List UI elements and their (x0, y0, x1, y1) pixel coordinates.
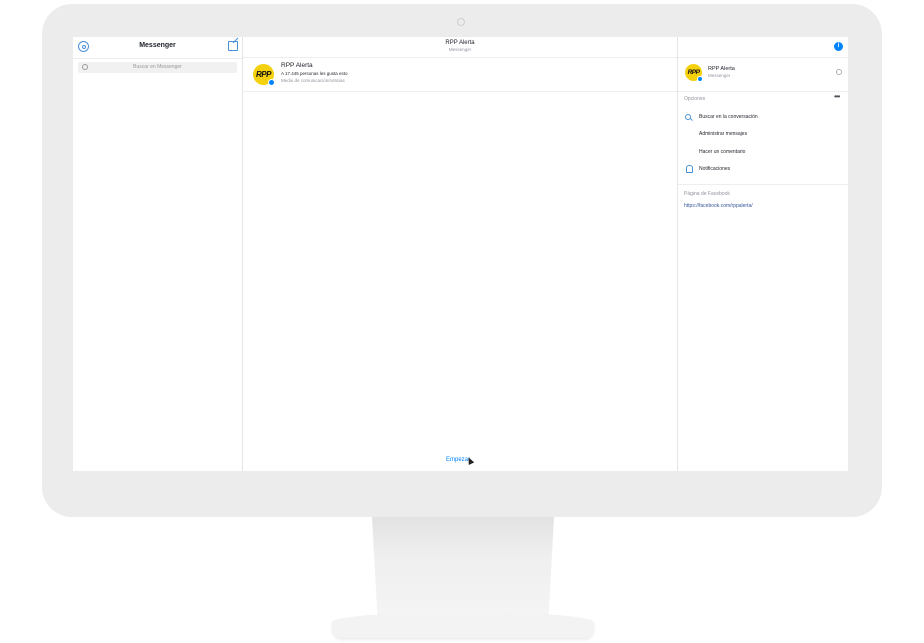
page-name: RPP Alerta (281, 62, 313, 69)
bell-icon (686, 165, 693, 173)
settings-gear-icon[interactable] (836, 69, 842, 75)
messenger-window: Messenger Buscar en Messenger RPP Alerta… (73, 37, 848, 471)
search-input[interactable]: Buscar en Messenger (78, 62, 237, 73)
facebook-page-link[interactable]: https://facebook.com/rppalerta/ (684, 203, 753, 209)
avatar: RPP (253, 64, 275, 86)
search-icon (685, 114, 691, 120)
details-profile: RPP RPP Alerta Messenger (678, 58, 848, 92)
page-likes: A 17.445 personas les gusta esto (281, 71, 348, 76)
divider (678, 184, 848, 185)
details-subtitle: Messenger (708, 73, 731, 78)
option-search-conversation[interactable]: Buscar en la conversación (699, 114, 758, 120)
mouse-cursor-icon (465, 456, 475, 465)
page-info-card[interactable]: RPP RPP Alerta A 17.445 personas les gus… (243, 58, 677, 92)
option-give-feedback[interactable]: Hacer un comentario (699, 149, 745, 155)
monitor-base (332, 612, 594, 638)
conversation-panel: RPP RPP Alerta A 17.445 personas les gus… (243, 37, 678, 471)
more-options-icon[interactable]: ••• (834, 92, 840, 101)
facebook-page-title: Página de Facebook (684, 191, 730, 197)
messenger-badge-icon (268, 79, 275, 86)
page-category: Medio de comunicación/noticias (281, 78, 345, 83)
details-name[interactable]: RPP Alerta (708, 66, 735, 72)
monitor-stand (372, 517, 554, 617)
option-manage-messages[interactable]: Administrar mensajes (699, 131, 747, 137)
camera (457, 18, 465, 26)
option-notifications[interactable]: Notificaciones (699, 166, 730, 172)
avatar: RPP (685, 64, 703, 82)
conversation-list-panel: Messenger Buscar en Messenger (73, 37, 243, 471)
messenger-badge-icon (697, 76, 703, 82)
details-panel: RPP RPP Alerta Messenger Opciones ••• Bu… (678, 37, 848, 471)
search-placeholder: Buscar en Messenger (133, 64, 182, 70)
options-title: Opciones (684, 96, 706, 102)
